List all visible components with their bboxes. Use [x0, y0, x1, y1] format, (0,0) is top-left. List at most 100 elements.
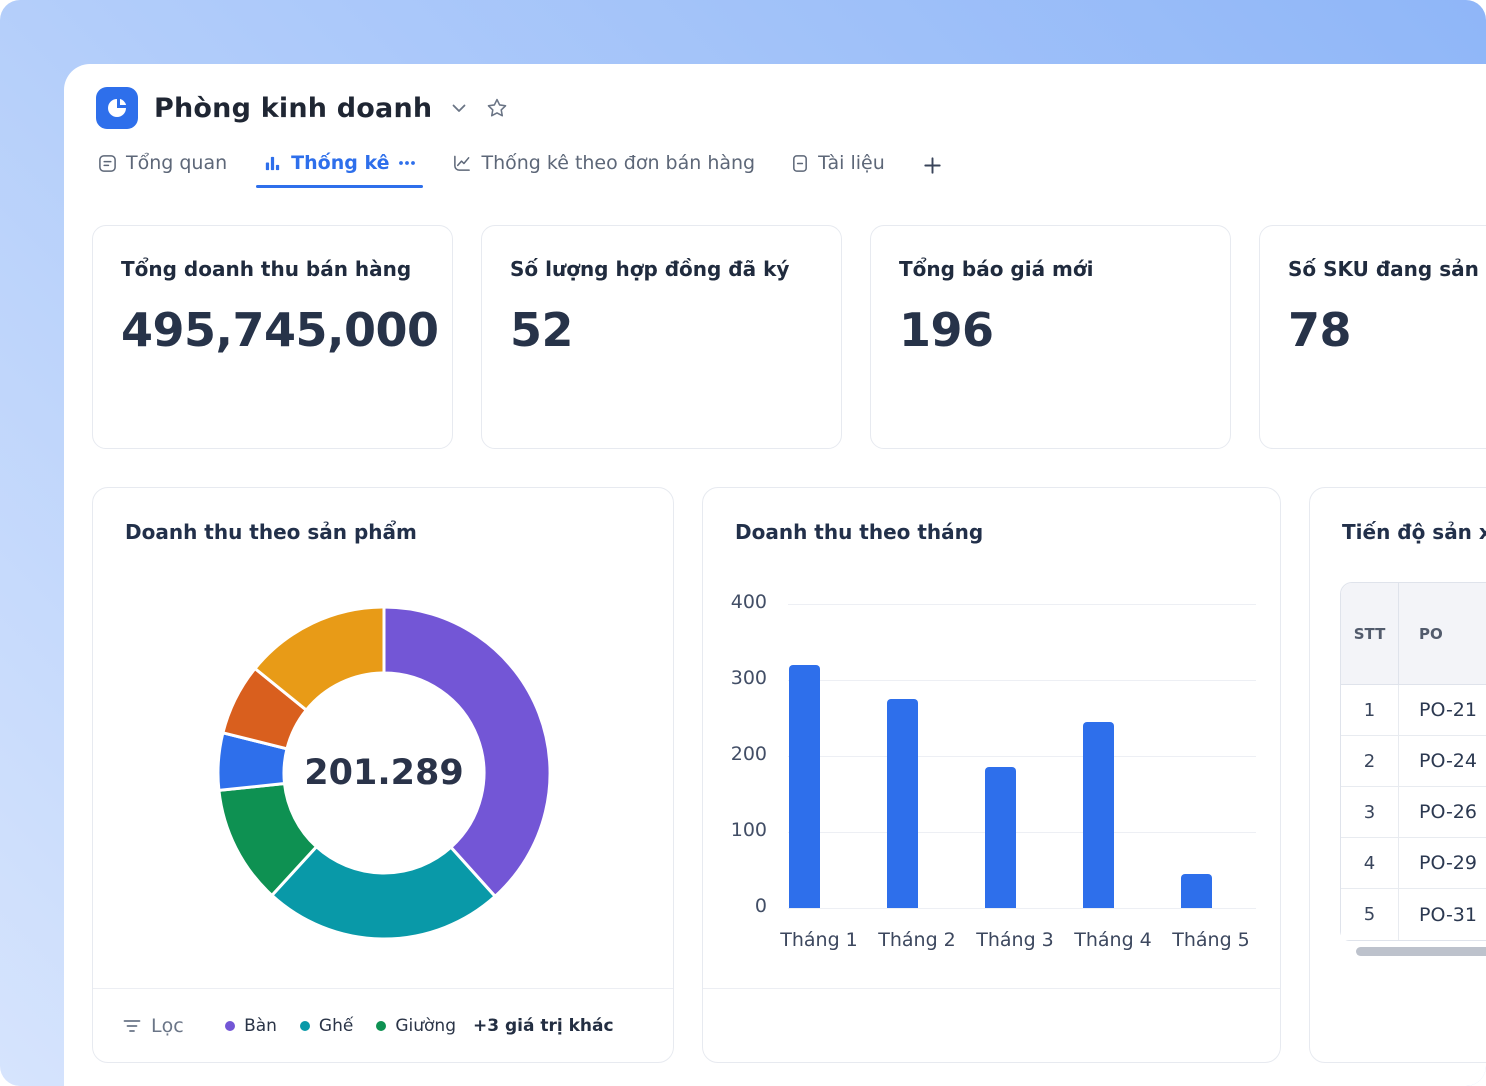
page-background: Phòng kinh doanh Tổng quan	[0, 0, 1486, 1086]
legend-dot	[376, 1021, 386, 1031]
line-chart-icon	[452, 154, 472, 173]
stat-card-signed-contracts: Số lượng hợp đồng đã ký 52	[481, 225, 842, 449]
table-row[interactable]: 3PO-26	[1341, 787, 1486, 838]
cell-po: PO-31	[1399, 889, 1486, 940]
bar-x-labels: Tháng 1Tháng 2Tháng 3Tháng 4Tháng 5	[788, 929, 1268, 955]
cell-stt: 3	[1341, 787, 1399, 837]
table-header-row: STT PO	[1341, 583, 1486, 685]
tab-overview[interactable]: Tổng quan	[98, 152, 227, 188]
bar-Tháng 3[interactable]	[985, 767, 1016, 908]
document-icon	[791, 154, 809, 173]
filter-icon	[123, 1019, 141, 1033]
gridline	[788, 832, 1256, 833]
tab-bar: Tổng quan Thống kê Thống kê theo đơn	[98, 152, 944, 188]
donut-segment-Bàn[interactable]	[384, 607, 550, 896]
table-row[interactable]: 5PO-31	[1341, 889, 1486, 940]
bar-Tháng 4[interactable]	[1083, 722, 1114, 908]
cell-po: PO-29	[1399, 838, 1486, 888]
legend-item-ban[interactable]: Bàn	[225, 1016, 277, 1036]
donut-legend: Bàn Ghế Giường +3 giá trị khác	[225, 1016, 614, 1036]
table-row[interactable]: 1PO-21	[1341, 685, 1486, 736]
tab-documents[interactable]: Tài liệu	[791, 152, 885, 188]
tab-documents-label: Tài liệu	[818, 152, 885, 174]
table-row[interactable]: 2PO-24	[1341, 736, 1486, 787]
table-row[interactable]: 4PO-29	[1341, 838, 1486, 889]
stat-card-sku-in-production: Số SKU đang sản xuất 78	[1259, 225, 1486, 449]
gridline	[788, 604, 1256, 605]
bar-card-footer	[703, 988, 1280, 1062]
filter-button[interactable]: Lọc	[123, 1015, 184, 1037]
plus-icon	[921, 154, 944, 177]
cell-po: PO-21	[1399, 685, 1486, 735]
bar-chart-icon	[263, 154, 282, 173]
stat-value: 495,745,000	[121, 303, 424, 357]
x-axis-label: Tháng 3	[970, 929, 1060, 951]
dashboard-window: Phòng kinh doanh Tổng quan	[64, 64, 1486, 1086]
legend-dot	[300, 1021, 310, 1031]
more-icon[interactable]	[398, 160, 416, 166]
y-axis-tick: 0	[703, 895, 767, 917]
stat-label: Số SKU đang sản xuất	[1288, 257, 1486, 281]
stat-label: Tổng doanh thu bán hàng	[121, 257, 424, 281]
stat-cards-row: Tổng doanh thu bán hàng 495,745,000 Số l…	[92, 225, 1486, 449]
y-axis-tick: 100	[703, 819, 767, 841]
y-axis-tick: 200	[703, 743, 767, 765]
legend-label: Giường	[395, 1016, 456, 1036]
dashboard-app-icon[interactable]	[96, 87, 138, 129]
gridline	[788, 756, 1256, 757]
y-axis-tick: 400	[703, 591, 767, 613]
legend-more-values[interactable]: +3 giá trị khác	[473, 1016, 614, 1036]
donut-chart	[214, 603, 554, 943]
charts-row: Doanh thu theo sản phẩm 201.289 Lọc Bàn	[92, 487, 1486, 1063]
cell-stt: 2	[1341, 736, 1399, 786]
bar-y-axis: 4003002001000	[703, 604, 767, 908]
table-body: 1PO-212PO-243PO-264PO-295PO-31	[1341, 685, 1486, 940]
cell-stt: 1	[1341, 685, 1399, 735]
x-axis-label: Tháng 4	[1068, 929, 1158, 951]
chevron-down-icon[interactable]	[452, 104, 466, 113]
legend-item-giuong[interactable]: Giường	[376, 1016, 456, 1036]
bar-Tháng 1[interactable]	[789, 665, 820, 908]
production-table: STT PO 1PO-212PO-243PO-264PO-295PO-31	[1340, 582, 1486, 941]
cell-stt: 5	[1341, 889, 1399, 940]
star-icon[interactable]	[486, 97, 508, 119]
gridline	[788, 908, 1256, 909]
stat-value: 78	[1288, 303, 1486, 357]
filter-label: Lọc	[151, 1015, 184, 1037]
legend-item-ghe[interactable]: Ghế	[300, 1016, 353, 1036]
x-axis-label: Tháng 5	[1166, 929, 1256, 951]
column-header-stt: STT	[1341, 583, 1399, 684]
donut-card-footer: Lọc Bàn Ghế Giường	[93, 988, 673, 1062]
stat-card-new-quotes: Tổng báo giá mới 196	[870, 225, 1231, 449]
stat-label: Tổng báo giá mới	[899, 257, 1202, 281]
add-tab-button[interactable]	[921, 152, 944, 177]
bar-chart-card: Doanh thu theo tháng 4003002001000 Tháng…	[702, 487, 1281, 1063]
bar-Tháng 5[interactable]	[1181, 874, 1212, 908]
tab-statistics-label: Thống kê	[291, 152, 389, 174]
overview-icon	[98, 154, 117, 173]
tab-overview-label: Tổng quan	[126, 152, 227, 174]
legend-label: Ghế	[319, 1016, 353, 1036]
stat-value: 196	[899, 303, 1202, 357]
bar-plot	[788, 604, 1256, 908]
production-table-card: Tiến độ sản xuất STT PO 1PO-212PO-243PO-…	[1309, 487, 1486, 1063]
stat-value: 52	[510, 303, 813, 357]
gridline	[788, 680, 1256, 681]
bar-Tháng 2[interactable]	[887, 699, 918, 908]
cell-po: PO-24	[1399, 736, 1486, 786]
tab-stats-by-sales-order[interactable]: Thống kê theo đơn bán hàng	[452, 152, 755, 188]
stat-label: Số lượng hợp đồng đã ký	[510, 257, 813, 281]
x-axis-label: Tháng 1	[774, 929, 864, 951]
tab-statistics[interactable]: Thống kê	[263, 152, 416, 188]
page-title: Phòng kinh doanh	[154, 93, 432, 124]
table-title: Tiến độ sản xuất	[1342, 520, 1486, 544]
cell-po: PO-26	[1399, 787, 1486, 837]
horizontal-scrollbar[interactable]	[1356, 947, 1486, 956]
cell-stt: 4	[1341, 838, 1399, 888]
bar-chart-title: Doanh thu theo tháng	[735, 520, 983, 544]
donut-chart-title: Doanh thu theo sản phẩm	[125, 520, 417, 544]
header: Phòng kinh doanh	[96, 86, 508, 130]
legend-dot	[225, 1021, 235, 1031]
pie-chart-icon	[105, 96, 129, 120]
x-axis-label: Tháng 2	[872, 929, 962, 951]
